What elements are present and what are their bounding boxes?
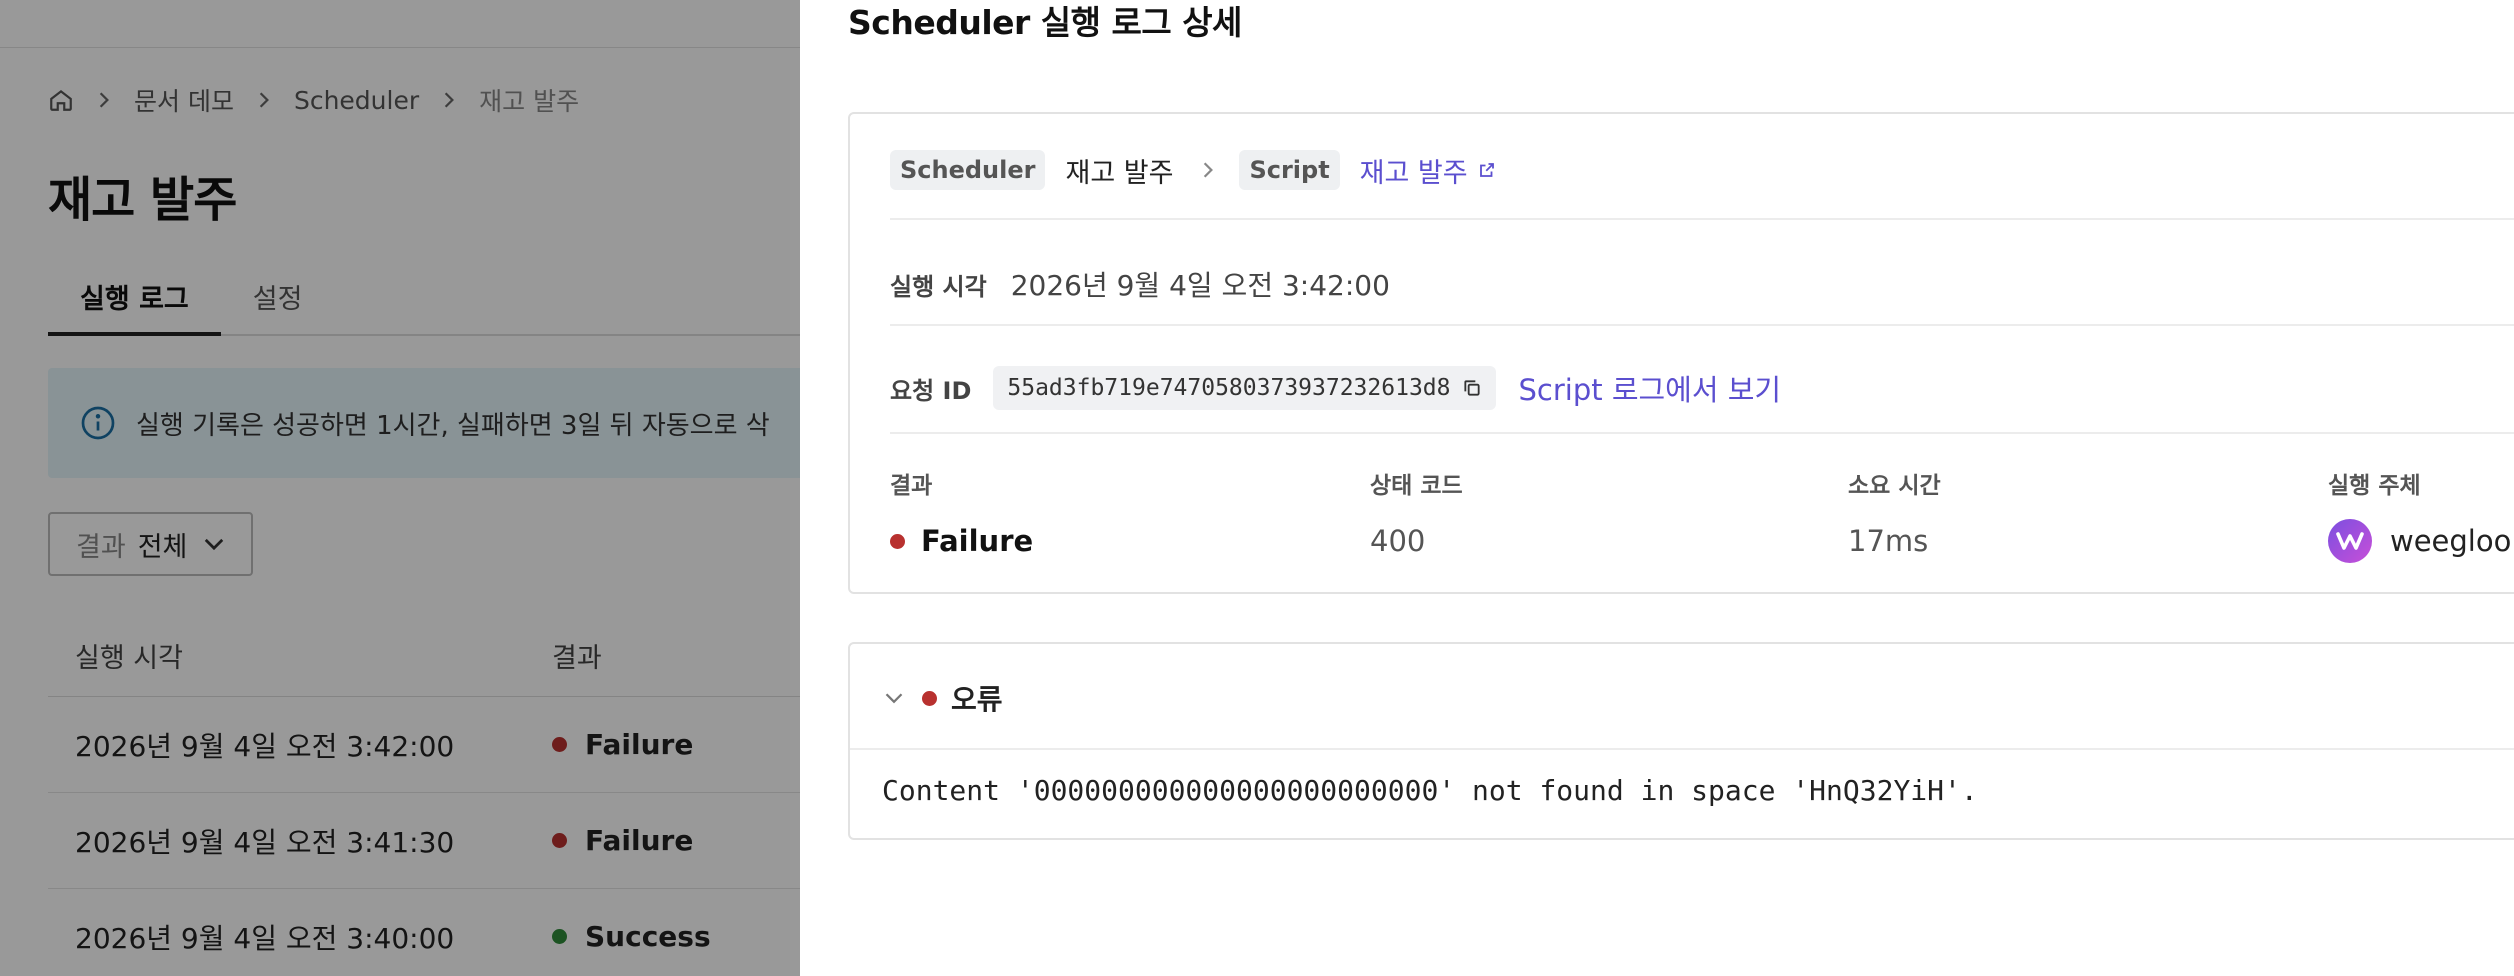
exec-time-value: 2026년 9월 4일 오전 3:42:00 [1010,269,1390,302]
request-id-row: 요청 ID 55ad3fb719e7470580373937232613d8 S… [890,360,1781,416]
error-title: 오류 [951,683,1003,716]
stat-duration: 소요 시간 17ms [1848,466,1941,570]
stat-result: 결과 Failure [890,466,1033,570]
chevron-down-icon [884,691,904,705]
stat-actor: 실행 주체 weegloo s [2328,466,2514,570]
drawer-title: Scheduler 실행 로그 상세 [848,3,1242,42]
scheduler-name: 재고 발주 [1065,157,1174,189]
stats-row: 결과 Failure 상태 코드 400 소요 시간 17ms 실행 주체 we… [890,466,2514,576]
script-link[interactable]: 재고 발주 [1360,151,1496,190]
divider [890,432,2514,434]
request-id-value: 55ad3fb719e7470580373937232613d8 [1007,375,1451,401]
stat-actor-value-wrap: weegloo s [2328,512,2514,570]
modal-backdrop[interactable] [0,0,800,976]
script-tag: Script [1239,150,1340,190]
stat-status-code: 상태 코드 400 [1370,466,1463,570]
chevron-right-icon [1201,161,1215,179]
status-dot-failure [890,533,905,549]
copy-icon[interactable] [1462,378,1482,398]
status-dot-error [922,690,937,706]
exec-time-label: 실행 시각 [890,272,987,301]
error-message: Content '000000000000000000000000' not f… [882,774,1978,807]
error-card: 오류 Content '000000000000000000000000' no… [848,642,2514,840]
stat-result-label: 결과 [890,473,933,499]
execution-summary-card: Scheduler 재고 발주 Script 재고 발주 실행 시각 2026년… [848,112,2514,594]
stat-actor-label: 실행 주체 [2328,473,2421,499]
request-id-label: 요청 ID [890,376,972,405]
stat-duration-label: 소요 시간 [1848,473,1941,499]
source-row: Scheduler 재고 발주 Script 재고 발주 [890,148,1496,192]
view-script-log-link[interactable]: Script 로그에서 보기 [1518,367,1781,409]
error-section-toggle[interactable]: 오류 [884,676,1003,720]
request-id-box: 55ad3fb719e7470580373937232613d8 [993,366,1497,410]
stat-status-code-value: 400 [1370,524,1426,558]
exec-time-row: 실행 시각 2026년 9월 4일 오전 3:42:00 [890,256,1390,312]
stat-duration-value: 17ms [1848,524,1929,558]
avatar [2328,519,2372,563]
script-link-text: 재고 발주 [1359,157,1468,189]
stat-status-code-label: 상태 코드 [1370,473,1463,499]
log-detail-drawer: Scheduler 실행 로그 상세 Scheduler 재고 발주 Scrip… [800,0,2514,976]
stat-result-value: Failure [921,524,1034,558]
divider [890,218,2514,220]
scheduler-tag: Scheduler [890,150,1046,190]
external-link-icon [1478,161,1496,179]
stat-result-value-wrap: Failure [890,512,1033,570]
divider [890,324,2514,326]
stat-actor-value: weegloo s [2390,524,2514,558]
divider [850,748,2514,750]
